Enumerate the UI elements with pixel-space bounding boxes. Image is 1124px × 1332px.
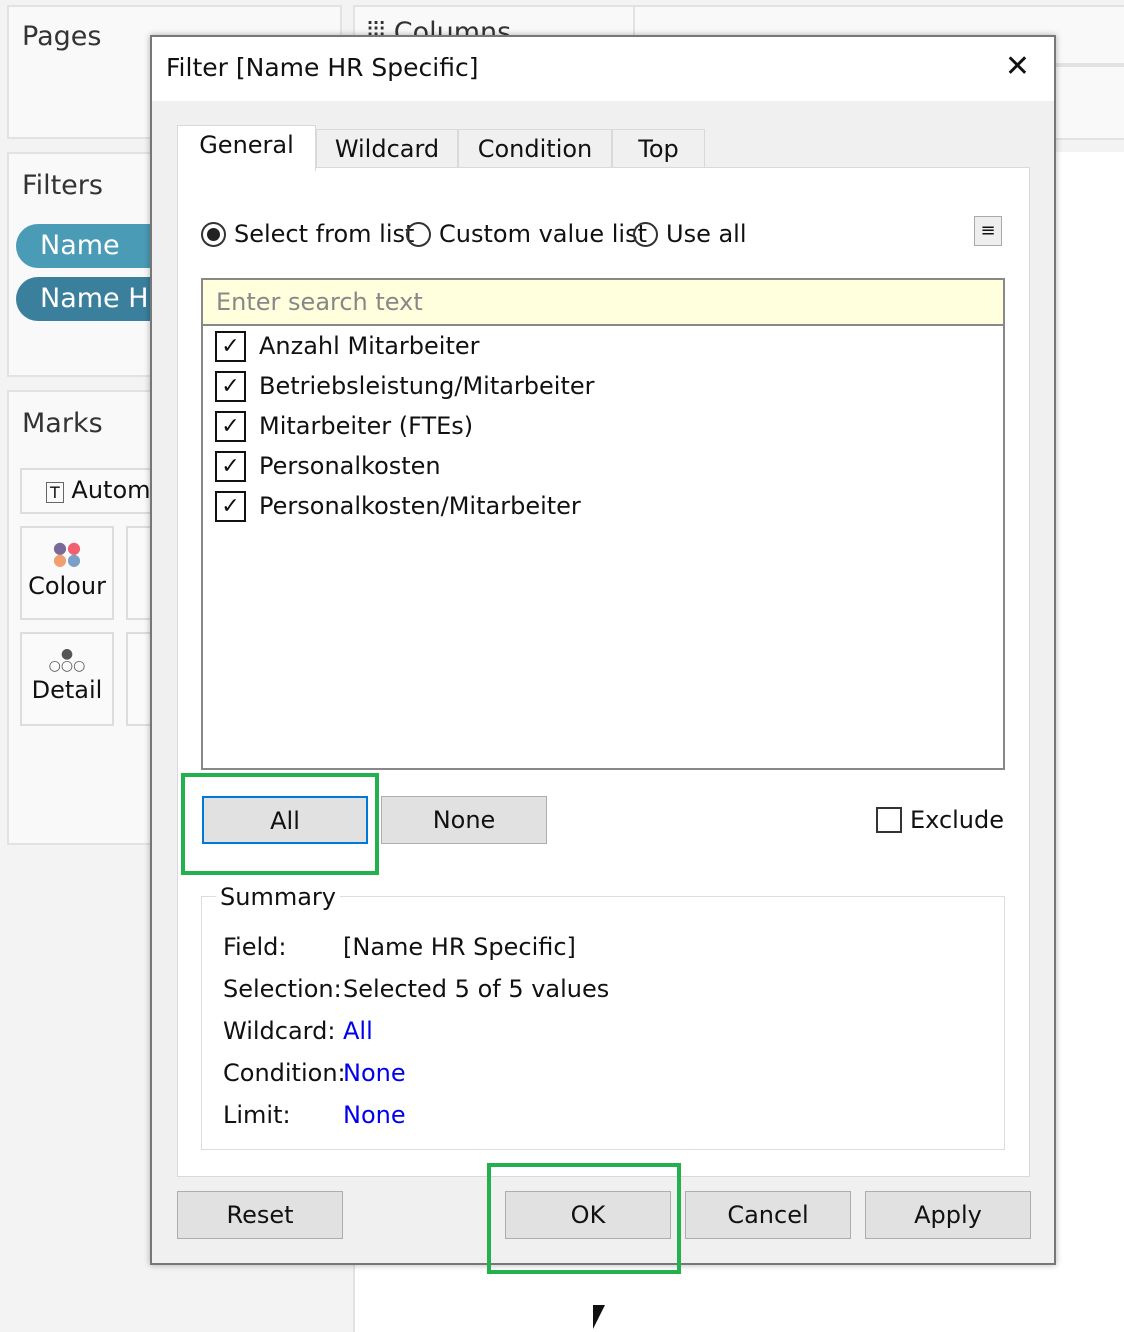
pages-title: Pages xyxy=(22,21,102,52)
mouse-cursor-icon xyxy=(593,1305,605,1329)
list-item[interactable]: ✓ Anzahl Mitarbeiter xyxy=(203,326,1003,366)
colour-card[interactable]: ●● ●● Colour xyxy=(20,526,114,620)
exclude-checkbox[interactable]: Exclude xyxy=(876,806,1004,834)
summary-value[interactable]: None xyxy=(343,1101,406,1129)
value-list: Enter search text ✓ Anzahl Mitarbeiter ✓ Be… xyxy=(201,278,1005,770)
checkbox-checked-icon[interactable]: ✓ xyxy=(215,370,246,402)
summary-key: Selection: xyxy=(223,975,342,1003)
colour-icon: ●● ●● xyxy=(53,538,81,569)
list-item[interactable]: ✓ Mitarbeiter (FTEs) xyxy=(203,406,1003,446)
apply-button[interactable]: Apply xyxy=(865,1191,1031,1239)
summary-row: Field: [Name HR Specific] xyxy=(223,933,576,961)
tab-top[interactable]: Top xyxy=(612,129,705,169)
summary-key: Condition: xyxy=(223,1059,346,1087)
checkbox-checked-icon[interactable]: ✓ xyxy=(215,450,246,482)
filters-title: Filters xyxy=(22,170,103,201)
list-item-label: Personalkosten xyxy=(259,452,441,480)
radio-selected-icon xyxy=(201,221,226,247)
summary-key: Field: xyxy=(223,933,287,961)
summary-row: Selection:Selected 5 of 5 values xyxy=(223,975,609,1003)
none-button[interactable]: None xyxy=(381,796,547,844)
tab-wildcard[interactable]: Wildcard xyxy=(316,129,458,169)
summary-group: Summary Field: [Name HR Specific] Selectio… xyxy=(201,883,1005,1150)
checkbox-icon xyxy=(876,807,902,833)
summary-row: Condition:None xyxy=(223,1059,406,1087)
filter-dialog: Filter [Name HR Specific] ✕ General Wild… xyxy=(150,35,1056,1265)
radio-use-all[interactable]: Use all xyxy=(633,220,747,248)
tab-general[interactable]: General xyxy=(177,125,316,171)
radio-custom-value-list[interactable]: Custom value list xyxy=(406,220,647,248)
reset-button[interactable]: Reset xyxy=(177,1191,343,1239)
list-item-label: Mitarbeiter (FTEs) xyxy=(259,412,474,440)
detail-card[interactable]: ● ○○○ Detail xyxy=(20,632,114,726)
summary-value[interactable]: All xyxy=(343,1017,373,1045)
list-item-label: Personalkosten/Mitarbeiter xyxy=(259,492,581,520)
summary-key: Limit: xyxy=(223,1101,291,1129)
tab-condition[interactable]: Condition xyxy=(458,129,612,169)
list-menu-icon[interactable]: ≡ xyxy=(974,216,1002,246)
summary-title: Summary xyxy=(216,883,340,911)
radio-select-from-list[interactable]: Select from list xyxy=(201,220,414,248)
cancel-button[interactable]: Cancel xyxy=(685,1191,851,1239)
summary-row: Wildcard: All xyxy=(223,1017,373,1045)
summary-key: Wildcard: xyxy=(223,1017,336,1045)
general-tab-panel: Select from list Custom value list Use a… xyxy=(177,167,1030,1177)
checkbox-checked-icon[interactable]: ✓ xyxy=(215,490,246,522)
summary-value[interactable]: None xyxy=(343,1059,406,1087)
checkbox-checked-icon[interactable]: ✓ xyxy=(215,330,246,362)
checkbox-checked-icon[interactable]: ✓ xyxy=(215,410,246,442)
summary-row: Limit: None xyxy=(223,1101,406,1129)
summary-value: Selected 5 of 5 values xyxy=(343,975,610,1003)
list-item[interactable]: ✓ Personalkosten xyxy=(203,446,1003,486)
search-input[interactable]: Enter search text xyxy=(203,280,1003,326)
list-item-label: Anzahl Mitarbeiter xyxy=(259,332,480,360)
summary-value: [Name HR Specific] xyxy=(343,933,576,961)
detail-icon: ● ○○○ xyxy=(48,646,86,674)
list-item[interactable]: ✓ Betriebsleistung/Mitarbeiter xyxy=(203,366,1003,406)
list-item-label: Betriebsleistung/Mitarbeiter xyxy=(259,372,595,400)
close-icon[interactable]: ✕ xyxy=(1005,49,1030,84)
dialog-title: Filter [Name HR Specific] xyxy=(166,53,479,82)
highlight-all-button xyxy=(181,773,379,875)
radio-icon xyxy=(633,221,658,247)
highlight-ok-button xyxy=(487,1163,681,1274)
text-icon: T xyxy=(46,482,64,503)
marks-title: Marks xyxy=(22,408,103,439)
radio-icon xyxy=(406,221,431,247)
dialog-titlebar: Filter [Name HR Specific] ✕ xyxy=(152,37,1054,101)
list-item[interactable]: ✓ Personalkosten/Mitarbeiter xyxy=(203,486,1003,526)
